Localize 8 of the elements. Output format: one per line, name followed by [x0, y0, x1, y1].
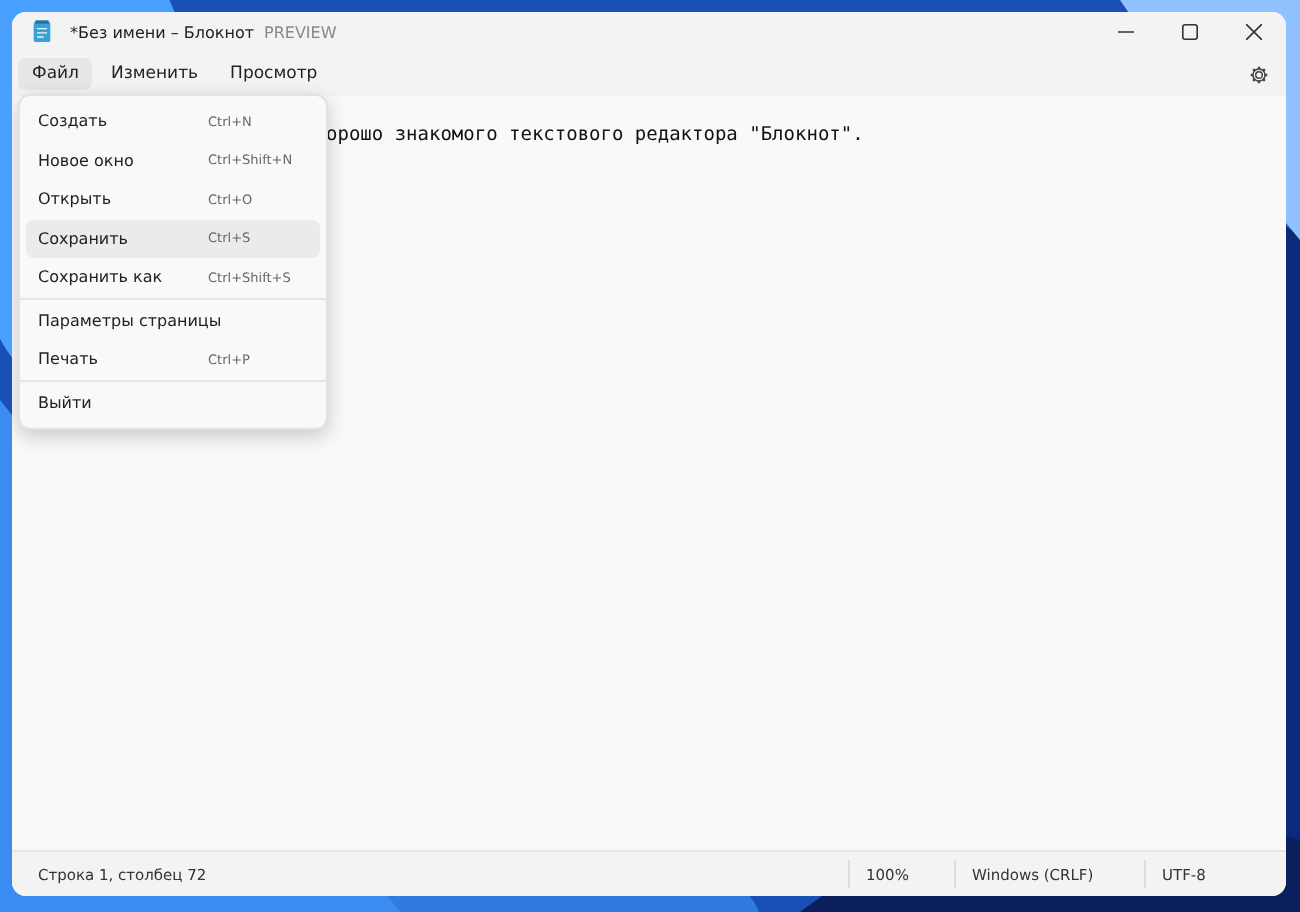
menu-tab[interactable]: Файл — [18, 58, 93, 90]
preview-label: PREVIEW — [264, 23, 337, 41]
menu-item[interactable]: Параметры страницы — [26, 301, 320, 340]
menu-item[interactable]: Выйти — [26, 383, 320, 422]
menu-tab[interactable]: Просмотр — [216, 58, 332, 90]
window-title: *Без имени – Блокнот — [70, 23, 254, 41]
menu-tab[interactable]: Изменить — [96, 58, 213, 90]
document-text: орошо знакомого текстового редактора "Блокнот". — [326, 124, 864, 146]
